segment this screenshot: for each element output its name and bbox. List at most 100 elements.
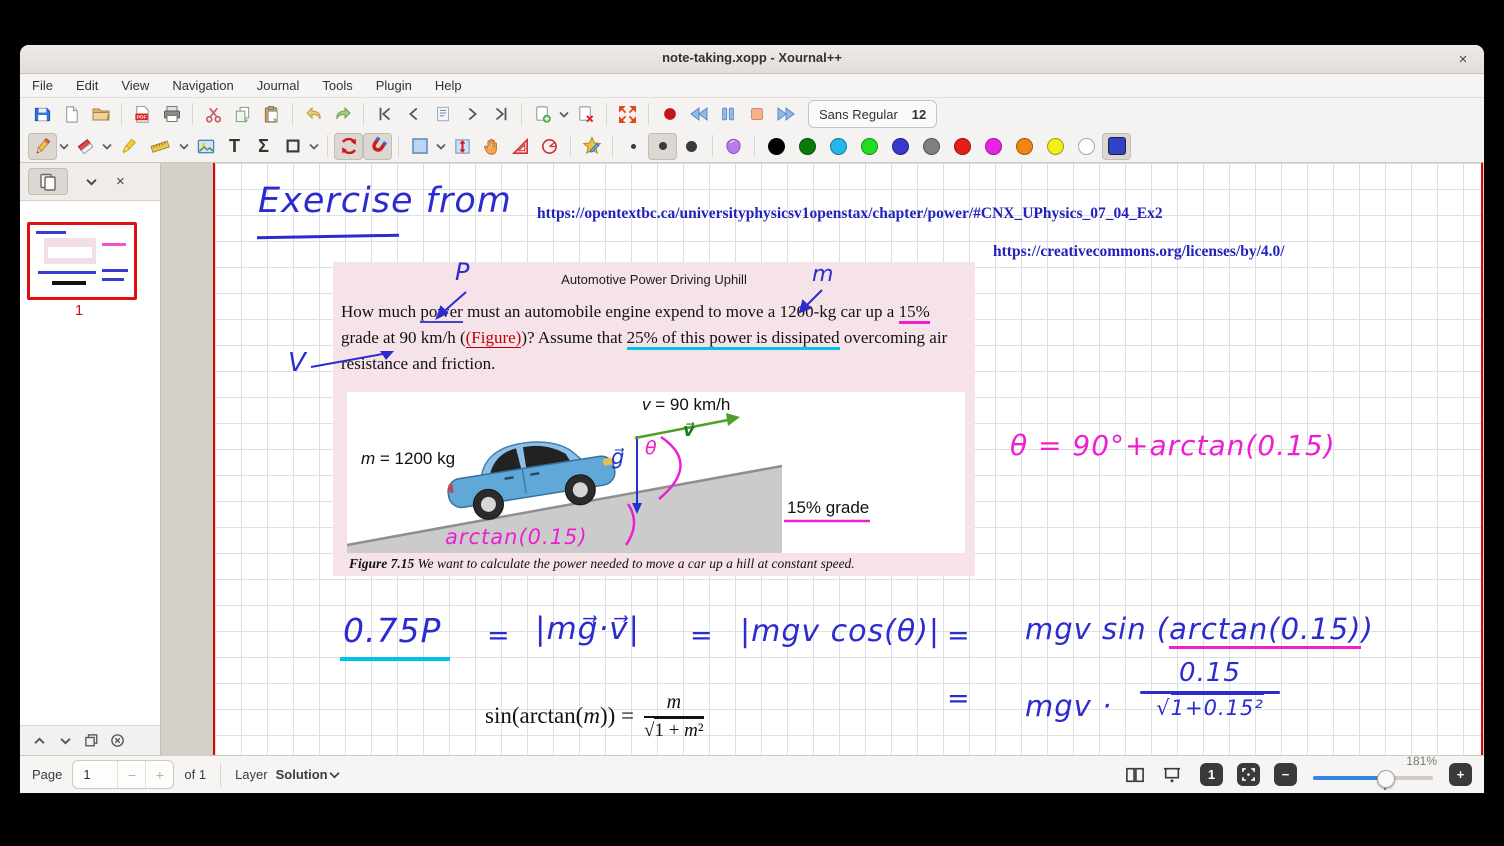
page-number-input[interactable]: 1 <box>73 767 117 782</box>
new-document-button[interactable] <box>57 101 86 128</box>
color-swatch[interactable] <box>985 138 1002 155</box>
menu-plugin[interactable]: Plugin <box>376 78 412 93</box>
previous-page-button[interactable] <box>399 101 428 128</box>
shape-tool-button[interactable] <box>278 133 307 160</box>
ruler-options-chevron[interactable] <box>177 133 191 160</box>
page-increment-button[interactable]: + <box>145 761 173 788</box>
color-swatch[interactable] <box>923 138 940 155</box>
new-page-after-button[interactable] <box>528 101 557 128</box>
insert-image-button[interactable] <box>191 133 220 160</box>
layer-dropdown-chevron[interactable] <box>328 761 342 788</box>
rotation-snap-button[interactable] <box>334 133 363 160</box>
chevron-down-icon <box>59 143 69 150</box>
window-close-button[interactable]: × <box>1452 48 1474 70</box>
shape-recognizer-button[interactable] <box>577 133 606 160</box>
color-swatch[interactable] <box>861 138 878 155</box>
thickness-fine-button[interactable] <box>619 133 648 160</box>
menu-view[interactable]: View <box>121 78 149 93</box>
zoom-slider-track[interactable] <box>1313 776 1433 780</box>
select-options-chevron[interactable] <box>434 133 448 160</box>
menu-journal[interactable]: Journal <box>257 78 300 93</box>
menu-edit[interactable]: Edit <box>76 78 98 93</box>
text-tool-button[interactable]: T <box>220 133 249 160</box>
eraser-tool-button[interactable] <box>71 133 100 160</box>
zoom-out-button[interactable]: − <box>1274 763 1297 786</box>
vertical-space-button[interactable] <box>448 133 477 160</box>
paste-button[interactable] <box>257 101 286 128</box>
page-decrement-button[interactable]: − <box>117 761 145 788</box>
select-region-button[interactable] <box>405 133 434 160</box>
goto-page-button[interactable] <box>428 101 457 128</box>
preview-up-button[interactable] <box>26 729 52 753</box>
save-button[interactable] <box>28 101 57 128</box>
cut-button[interactable] <box>199 101 228 128</box>
color-swatch[interactable] <box>1016 138 1033 155</box>
page-thumbnail[interactable] <box>27 222 137 300</box>
theta-equation: θ = 90°+arctan(0.15) <box>1010 429 1336 462</box>
rewind-button[interactable] <box>684 101 713 128</box>
zoom-in-button[interactable]: + <box>1449 763 1472 786</box>
color-swatch[interactable] <box>1078 138 1095 155</box>
menu-navigation[interactable]: Navigation <box>172 78 233 93</box>
previous-page-icon <box>405 105 423 123</box>
color-swatch[interactable] <box>892 138 909 155</box>
shape-options-chevron[interactable] <box>307 133 321 160</box>
redo-button[interactable] <box>328 101 357 128</box>
next-page-button[interactable] <box>457 101 486 128</box>
pause-button[interactable] <box>713 101 742 128</box>
dual-page-view-button[interactable] <box>1120 761 1149 788</box>
ruler-tool-button[interactable] <box>143 133 177 160</box>
highlighter-tool-button[interactable] <box>114 133 143 160</box>
sidebar-dropdown-chevron[interactable] <box>84 168 98 195</box>
equals-sign: = <box>487 620 511 651</box>
color-chooser-button[interactable] <box>1102 133 1131 160</box>
setsquare-tool-button[interactable] <box>506 133 535 160</box>
pen-tool-button[interactable] <box>28 133 57 160</box>
thickness-thick-button[interactable] <box>677 133 706 160</box>
export-pdf-button[interactable]: PDF <box>128 101 157 128</box>
presentation-mode-button[interactable] <box>1157 761 1186 788</box>
first-page-button[interactable] <box>370 101 399 128</box>
hand-tool-button[interactable] <box>477 133 506 160</box>
latex-identity: sin(arctan(m)) = m √1 + m² <box>485 691 704 742</box>
duplicate-page-button[interactable] <box>78 729 104 753</box>
new-page-dropdown-chevron[interactable] <box>557 101 571 128</box>
color-swatch[interactable] <box>954 138 971 155</box>
grid-snap-button[interactable] <box>363 133 392 160</box>
record-audio-button[interactable] <box>655 101 684 128</box>
thumb-mark <box>102 243 126 246</box>
zoom-slider-handle[interactable] <box>1377 770 1395 788</box>
menu-help[interactable]: Help <box>435 78 462 93</box>
font-button[interactable]: Sans Regular 12 <box>808 100 937 128</box>
copy-button[interactable] <box>228 101 257 128</box>
color-chooser-icon <box>1108 137 1126 155</box>
eraser-options-chevron[interactable] <box>100 133 114 160</box>
fullscreen-button[interactable] <box>613 101 642 128</box>
open-button[interactable] <box>86 101 115 128</box>
stop-button[interactable] <box>742 101 771 128</box>
preview-down-button[interactable] <box>52 729 78 753</box>
color-swatch[interactable] <box>830 138 847 155</box>
layer-selector-value[interactable]: Solution <box>276 767 328 782</box>
zoom-100-button[interactable]: 1 <box>1200 763 1223 786</box>
menu-tools[interactable]: Tools <box>322 78 352 93</box>
fill-tool-button[interactable] <box>719 133 748 160</box>
print-button[interactable] <box>157 101 186 128</box>
math-tex-tool-button[interactable]: Σ <box>249 133 278 160</box>
pen-options-chevron[interactable] <box>57 133 71 160</box>
delete-page-sidebar-button[interactable] <box>104 729 130 753</box>
undo-button[interactable] <box>299 101 328 128</box>
menu-file[interactable]: File <box>32 78 53 93</box>
compass-tool-button[interactable] <box>535 133 564 160</box>
sidebar-close-button[interactable]: × <box>116 173 125 190</box>
forward-button[interactable] <box>771 101 800 128</box>
color-swatch[interactable] <box>799 138 816 155</box>
last-page-button[interactable] <box>486 101 515 128</box>
last-page-icon <box>492 105 510 123</box>
color-swatch[interactable] <box>1047 138 1064 155</box>
color-swatch[interactable] <box>768 138 785 155</box>
sidebar-preview-tab-button[interactable] <box>28 168 68 195</box>
zoom-fit-button[interactable] <box>1237 763 1260 786</box>
delete-page-button[interactable] <box>571 101 600 128</box>
thickness-medium-button[interactable] <box>648 133 677 160</box>
